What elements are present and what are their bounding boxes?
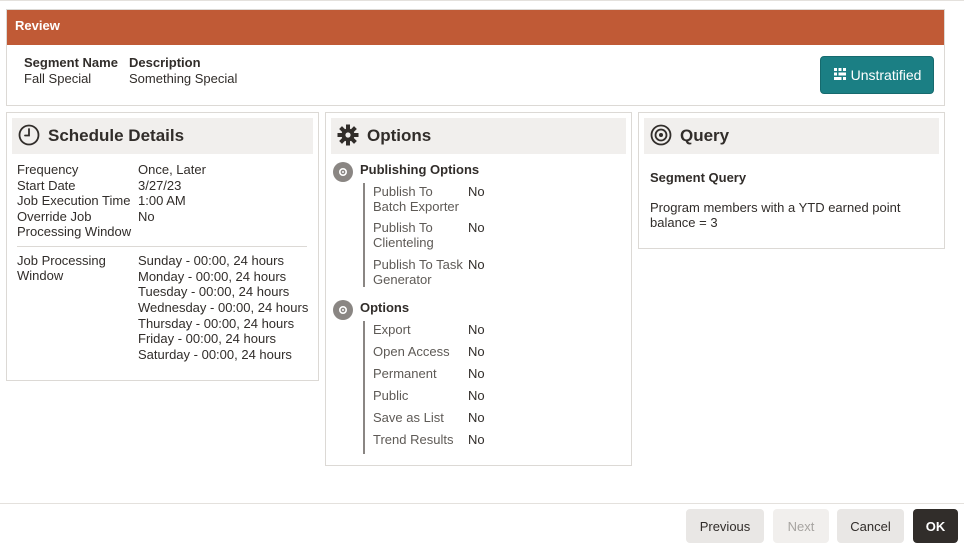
window-day-saturday: Saturday - 00:00, 24 hours [138,347,292,362]
option-permanent-value: No [468,366,485,381]
options-section-title: Options [360,300,410,315]
override-label-line1: Override Job [17,209,92,224]
segment-name-value: Fall Special [24,71,92,86]
options-header: Options [331,118,626,154]
option-save-as-list-value: No [468,410,485,425]
schedule-divider [17,246,307,247]
options-card: Options Publishing Options Publish To Ba… [325,112,632,466]
override-value: No [138,209,155,224]
exec-time-value: 1:00 AM [138,193,186,208]
ok-button[interactable]: OK [913,509,958,543]
target-icon [650,124,672,149]
options-title: Options [367,126,432,145]
publish-clienteling-value: No [468,220,485,235]
publish-task-label-line1: Publish To Task [373,257,463,272]
grid-icon [833,67,847,84]
frequency-value: Once, Later [138,162,206,177]
exec-time-label: Job Execution Time [17,193,131,208]
query-title: Query [680,126,730,145]
publish-task-label-line2: Generator [373,272,432,287]
query-text-line2: balance = 3 [650,215,718,230]
window-day-monday: Monday - 00:00, 24 hours [138,269,287,284]
unstratified-button[interactable]: Unstratified [820,56,934,94]
publish-batch-label-line1: Publish To [373,184,433,199]
publish-task-value: No [468,257,485,272]
description-label: Description [129,55,201,70]
description-group: Description Something Special [129,55,237,87]
unstratified-label: Unstratified [850,67,922,83]
publish-batch-label-line2: Batch Exporter [373,199,459,214]
query-header: Query [644,118,939,154]
option-public-value: No [468,388,485,403]
cancel-button[interactable]: Cancel [837,509,904,543]
publish-batch-value: No [468,184,485,199]
window-day-wednesday: Wednesday - 00:00, 24 hours [138,300,309,315]
option-open-access-value: No [468,344,485,359]
review-body: Segment Name Fall Special Description So… [7,45,944,105]
option-open-access-label: Open Access [373,344,450,359]
option-export-value: No [468,322,485,337]
query-text-line1: Program members with a YTD earned point [650,200,901,215]
option-permanent-label: Permanent [373,366,437,381]
footer-divider [0,503,964,504]
review-panel: Review Segment Name Fall Special Descrip… [6,9,945,106]
review-header: Review [7,10,944,45]
options-connector [363,321,365,454]
segment-name-group: Segment Name Fall Special [24,55,118,87]
option-trend-results-label: Trend Results [373,432,454,447]
option-trend-results-value: No [468,432,485,447]
next-button[interactable]: Next [773,509,829,543]
schedule-details-title: Schedule Details [48,126,185,145]
publish-clienteling-label-line1: Publish To [373,220,433,235]
top-divider [0,0,964,1]
window-day-thursday: Thursday - 00:00, 24 hours [138,316,295,331]
schedule-details-header: Schedule Details [12,118,313,154]
publishing-connector [363,183,365,287]
segment-name-label: Segment Name [24,55,118,70]
start-date-value: 3/27/23 [138,178,182,193]
segment-query-label: Segment Query [650,170,747,185]
window-day-tuesday: Tuesday - 00:00, 24 hours [138,284,290,299]
publishing-options-title: Publishing Options [360,162,480,177]
query-card: Query Segment Query Program members with… [638,112,945,249]
window-label-line1: Job Processing [17,253,106,268]
override-label-line2: Processing Window [17,224,132,239]
window-day-sunday: Sunday - 00:00, 24 hours [138,253,284,268]
window-label-line2: Window [17,268,64,283]
option-public-label: Public [373,388,409,403]
options-bullet-icon [333,300,353,320]
description-value: Something Special [129,71,238,86]
gear-icon [337,124,359,149]
previous-button[interactable]: Previous [686,509,764,543]
publish-clienteling-label-line2: Clienteling [373,235,434,250]
window-day-friday: Friday - 00:00, 24 hours [138,331,277,346]
frequency-label: Frequency [17,162,79,177]
schedule-details-card: Schedule Details Frequency Once, Later S… [6,112,319,381]
option-export-label: Export [373,322,411,337]
publishing-bullet-icon [333,162,353,182]
start-date-label: Start Date [17,178,76,193]
clock-icon [18,124,40,149]
option-save-as-list-label: Save as List [373,410,444,425]
